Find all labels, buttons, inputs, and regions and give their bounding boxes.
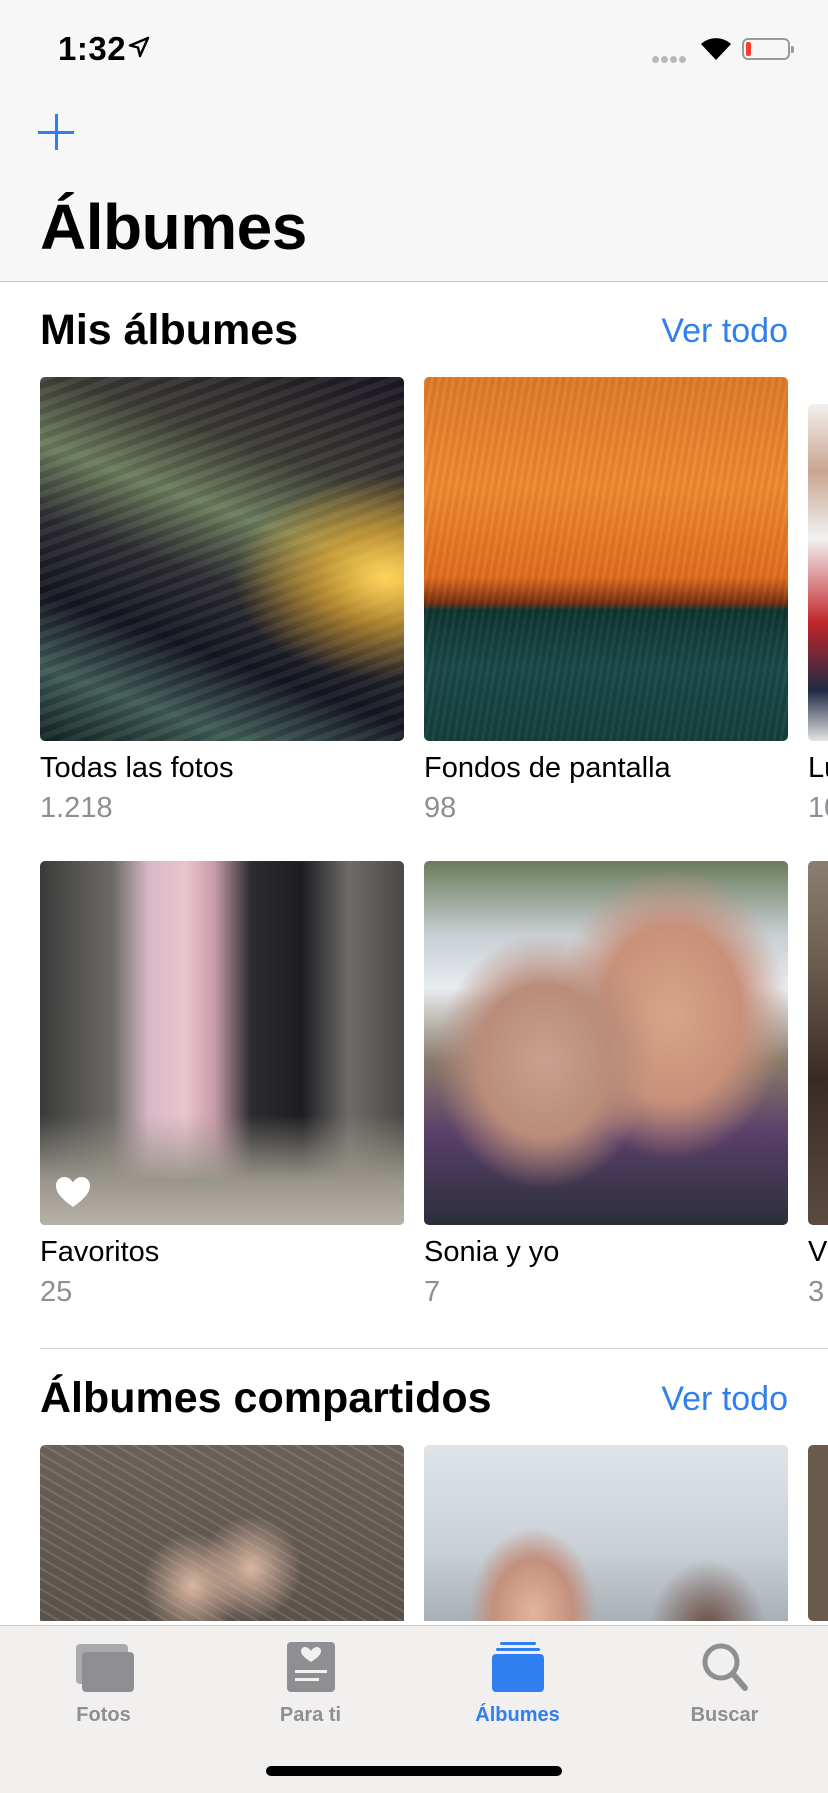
album-thumbnail-wallpapers[interactable] <box>424 377 788 741</box>
album-count: 1.218 <box>40 792 113 824</box>
tab-buscar[interactable]: Buscar <box>621 1626 828 1736</box>
album-title: Sonia y yo <box>424 1236 560 1268</box>
for-you-icon <box>286 1642 335 1692</box>
status-bar: 1:32 <box>0 0 828 100</box>
album-count: 25 <box>40 1276 73 1308</box>
my-albums-heading: Mis álbumes <box>40 306 299 354</box>
tab-label: Buscar <box>690 1704 759 1726</box>
album-title: Fondos de pantalla <box>424 752 671 784</box>
status-time: 1:32 <box>58 30 127 67</box>
tab-fotos[interactable]: Fotos <box>0 1626 207 1736</box>
location-arrow-icon <box>128 36 150 58</box>
album-count: 7 <box>424 1276 441 1308</box>
tab-label: Para ti <box>279 1704 342 1726</box>
wifi-icon <box>701 38 731 60</box>
album-title-partial: V <box>808 1236 828 1268</box>
photos-icon <box>75 1644 134 1692</box>
album-count-partial: 3 <box>808 1276 825 1308</box>
shared-albums-heading: Álbumes compartidos <box>40 1374 492 1422</box>
shared-album-thumbnail-partial[interactable] <box>808 1445 828 1621</box>
home-indicator[interactable] <box>266 1766 562 1776</box>
album-thumbnail-sonia-y-yo[interactable] <box>424 861 788 1225</box>
album-thumbnail-favorites[interactable] <box>40 861 404 1225</box>
battery-icon <box>742 38 794 60</box>
album-count: 98 <box>424 792 457 824</box>
album-title: Todas las fotos <box>40 752 234 784</box>
heart-icon <box>56 1177 90 1207</box>
search-icon <box>702 1643 748 1691</box>
album-thumbnail-all-photos[interactable] <box>40 377 404 741</box>
album-thumbnail-partial[interactable] <box>808 861 828 1225</box>
shared-album-thumbnail[interactable] <box>40 1445 404 1621</box>
tab-label: Álbumes <box>475 1704 560 1726</box>
navigation-bar: Álbumes <box>0 100 828 282</box>
tab-albumes[interactable]: Álbumes <box>414 1626 621 1736</box>
cellular-signal-icon <box>652 50 688 68</box>
albums-icon <box>491 1642 544 1692</box>
album-title: Favoritos <box>40 1236 160 1268</box>
album-thumbnail-partial[interactable] <box>808 404 828 741</box>
tab-label: Fotos <box>76 1704 131 1726</box>
page-title: Álbumes <box>40 191 307 263</box>
shared-album-thumbnail[interactable] <box>424 1445 788 1621</box>
album-title-partial: Lu <box>808 752 828 784</box>
shared-albums-see-all-link[interactable]: Ver todo <box>661 1380 788 1419</box>
my-albums-see-all-link[interactable]: Ver todo <box>661 312 788 351</box>
add-album-button[interactable] <box>36 112 76 152</box>
album-count-partial: 10 <box>808 792 828 824</box>
section-divider <box>40 1348 828 1349</box>
tab-para-ti[interactable]: Para ti <box>207 1626 414 1736</box>
